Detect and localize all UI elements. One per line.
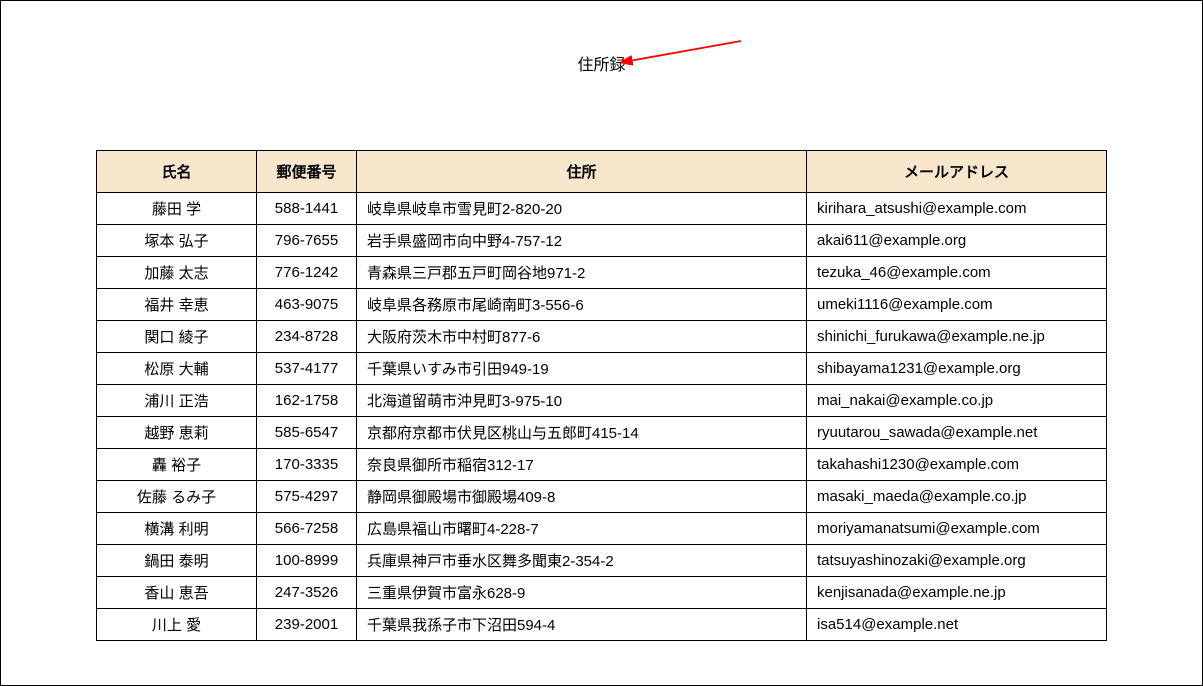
table-header-row: 氏名 郵便番号 住所 メールアドレス	[97, 151, 1107, 193]
table-row: 加藤 太志776-1242青森県三戸郡五戸町岡谷地971-2tezuka_46@…	[97, 257, 1107, 289]
page-title: 住所録	[577, 51, 625, 75]
cell-name: 越野 恵莉	[97, 417, 257, 449]
cell-email: shibayama1231@example.org	[807, 353, 1107, 385]
cell-zip: 162-1758	[257, 385, 357, 417]
cell-addr: 大阪府茨木市中村町877-6	[357, 321, 807, 353]
cell-email: kenjisanada@example.ne.jp	[807, 577, 1107, 609]
cell-zip: 247-3526	[257, 577, 357, 609]
cell-zip: 239-2001	[257, 609, 357, 641]
cell-email: moriyamanatsumi@example.com	[807, 513, 1107, 545]
header-name: 氏名	[97, 151, 257, 193]
table-row: 関口 綾子234-8728大阪府茨木市中村町877-6shinichi_furu…	[97, 321, 1107, 353]
table-row: 越野 恵莉585-6547京都府京都市伏見区桃山与五郎町415-14ryuuta…	[97, 417, 1107, 449]
table-row: 横溝 利明566-7258広島県福山市曙町4-228-7moriyamanats…	[97, 513, 1107, 545]
cell-email: mai_nakai@example.co.jp	[807, 385, 1107, 417]
cell-email: akai611@example.org	[807, 225, 1107, 257]
cell-addr: 京都府京都市伏見区桃山与五郎町415-14	[357, 417, 807, 449]
cell-zip: 100-8999	[257, 545, 357, 577]
cell-email: tatsuyashinozaki@example.org	[807, 545, 1107, 577]
table-row: 香山 恵吾247-3526三重県伊賀市富永628-9kenjisanada@ex…	[97, 577, 1107, 609]
cell-name: 関口 綾子	[97, 321, 257, 353]
cell-addr: 静岡県御殿場市御殿場409-8	[357, 481, 807, 513]
cell-email: umeki1116@example.com	[807, 289, 1107, 321]
table-row: 川上 愛239-2001千葉県我孫子市下沼田594-4isa514@exampl…	[97, 609, 1107, 641]
cell-name: 藤田 学	[97, 193, 257, 225]
header-zip: 郵便番号	[257, 151, 357, 193]
cell-addr: 兵庫県神戸市垂水区舞多聞東2-354-2	[357, 545, 807, 577]
table-row: 藤田 学588-1441岐阜県岐阜市雪見町2-820-20kirihara_at…	[97, 193, 1107, 225]
cell-name: 浦川 正浩	[97, 385, 257, 417]
table-row: 塚本 弘子796-7655岩手県盛岡市向中野4-757-12akai611@ex…	[97, 225, 1107, 257]
cell-name: 横溝 利明	[97, 513, 257, 545]
cell-addr: 岩手県盛岡市向中野4-757-12	[357, 225, 807, 257]
header-email: メールアドレス	[807, 151, 1107, 193]
title-area: 住所録	[1, 1, 1202, 75]
cell-name: 鍋田 泰明	[97, 545, 257, 577]
table-row: 松原 大輔537-4177千葉県いすみ市引田949-19shibayama123…	[97, 353, 1107, 385]
cell-name: 轟 裕子	[97, 449, 257, 481]
cell-zip: 170-3335	[257, 449, 357, 481]
cell-addr: 岐阜県岐阜市雪見町2-820-20	[357, 193, 807, 225]
cell-email: shinichi_furukawa@example.ne.jp	[807, 321, 1107, 353]
cell-addr: 岐阜県各務原市尾崎南町3-556-6	[357, 289, 807, 321]
table-row: 鍋田 泰明100-8999兵庫県神戸市垂水区舞多聞東2-354-2tatsuya…	[97, 545, 1107, 577]
cell-email: tezuka_46@example.com	[807, 257, 1107, 289]
cell-email: kirihara_atsushi@example.com	[807, 193, 1107, 225]
cell-email: masaki_maeda@example.co.jp	[807, 481, 1107, 513]
cell-email: isa514@example.net	[807, 609, 1107, 641]
table-body: 藤田 学588-1441岐阜県岐阜市雪見町2-820-20kirihara_at…	[97, 193, 1107, 641]
table-row: 轟 裕子170-3335奈良県御所市稲宿312-17takahashi1230@…	[97, 449, 1107, 481]
cell-addr: 千葉県いすみ市引田949-19	[357, 353, 807, 385]
cell-zip: 796-7655	[257, 225, 357, 257]
cell-addr: 奈良県御所市稲宿312-17	[357, 449, 807, 481]
cell-name: 加藤 太志	[97, 257, 257, 289]
annotation-arrow-icon	[621, 36, 761, 76]
cell-addr: 三重県伊賀市富永628-9	[357, 577, 807, 609]
cell-email: takahashi1230@example.com	[807, 449, 1107, 481]
address-book-table: 氏名 郵便番号 住所 メールアドレス 藤田 学588-1441岐阜県岐阜市雪見町…	[96, 150, 1107, 641]
cell-zip: 566-7258	[257, 513, 357, 545]
cell-zip: 585-6547	[257, 417, 357, 449]
cell-name: 福井 幸恵	[97, 289, 257, 321]
cell-zip: 537-4177	[257, 353, 357, 385]
cell-name: 塚本 弘子	[97, 225, 257, 257]
table-row: 佐藤 るみ子575-4297静岡県御殿場市御殿場409-8masaki_maed…	[97, 481, 1107, 513]
cell-zip: 575-4297	[257, 481, 357, 513]
cell-zip: 588-1441	[257, 193, 357, 225]
cell-zip: 234-8728	[257, 321, 357, 353]
cell-name: 川上 愛	[97, 609, 257, 641]
table-row: 福井 幸恵463-9075岐阜県各務原市尾崎南町3-556-6umeki1116…	[97, 289, 1107, 321]
cell-addr: 広島県福山市曙町4-228-7	[357, 513, 807, 545]
header-addr: 住所	[357, 151, 807, 193]
cell-email: ryuutarou_sawada@example.net	[807, 417, 1107, 449]
cell-name: 松原 大輔	[97, 353, 257, 385]
table-container: 氏名 郵便番号 住所 メールアドレス 藤田 学588-1441岐阜県岐阜市雪見町…	[1, 75, 1202, 641]
cell-addr: 北海道留萌市沖見町3-975-10	[357, 385, 807, 417]
cell-addr: 青森県三戸郡五戸町岡谷地971-2	[357, 257, 807, 289]
table-row: 浦川 正浩162-1758北海道留萌市沖見町3-975-10mai_nakai@…	[97, 385, 1107, 417]
cell-zip: 463-9075	[257, 289, 357, 321]
cell-name: 香山 恵吾	[97, 577, 257, 609]
cell-zip: 776-1242	[257, 257, 357, 289]
cell-addr: 千葉県我孫子市下沼田594-4	[357, 609, 807, 641]
cell-name: 佐藤 るみ子	[97, 481, 257, 513]
